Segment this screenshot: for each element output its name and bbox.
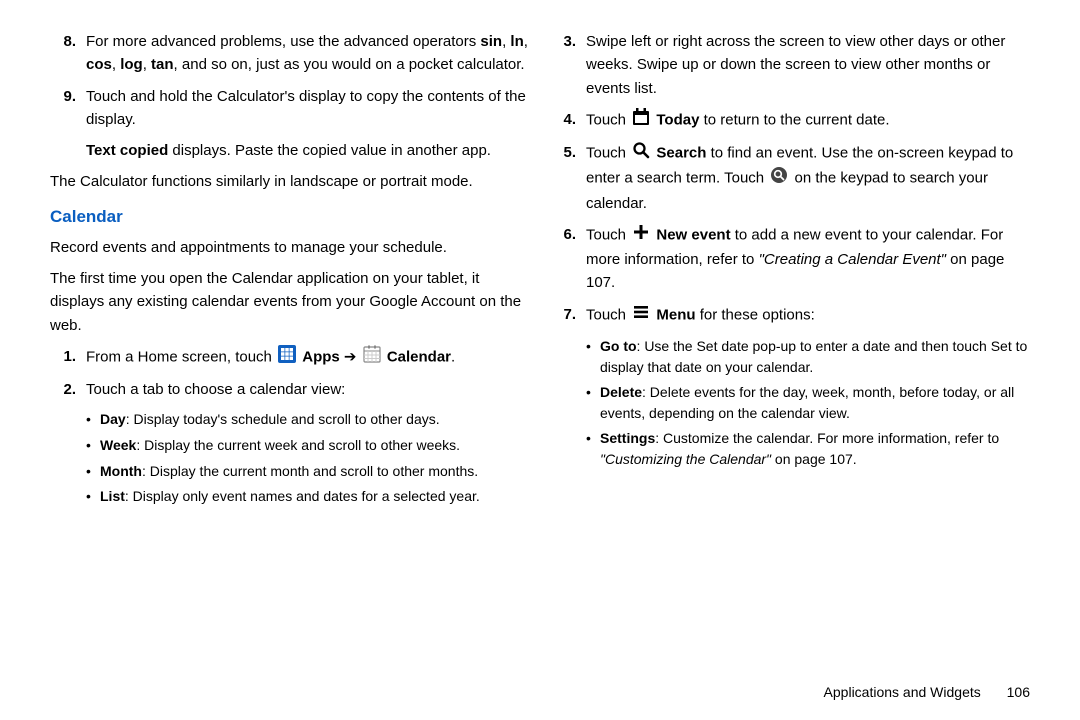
item-body: Touch Today to return to the current dat… (586, 108, 1030, 133)
list-item-9: 9. Touch and hold the Calculator's displ… (50, 85, 530, 132)
item-number: 8. (50, 30, 76, 77)
view-day: Day: Display today's schedule and scroll… (86, 409, 530, 431)
item-number: 3. (550, 30, 576, 100)
item-number: 5. (550, 141, 576, 215)
list-item-7: 7. Touch Menu for these options: (550, 303, 1030, 328)
page-footer: Applications and Widgets 106 (824, 684, 1030, 700)
list-item-8: 8. For more advanced problems, use the a… (50, 30, 530, 77)
item-number: 7. (550, 303, 576, 328)
list-item-2: 2. Touch a tab to choose a calendar view… (50, 378, 530, 401)
item-body: For more advanced problems, use the adva… (86, 30, 530, 77)
today-icon (632, 108, 650, 133)
search-icon (632, 141, 650, 166)
item-body: Touch Search to find an event. Use the o… (586, 141, 1030, 215)
calendar-desc-1: Record events and appointments to manage… (50, 236, 530, 259)
right-column: 3. Swipe left or right across the screen… (540, 30, 1040, 700)
list-item-3: 3. Swipe left or right across the screen… (550, 30, 1030, 100)
left-column: 8. For more advanced problems, use the a… (40, 30, 540, 700)
footer-page-number: 106 (1007, 684, 1030, 700)
item-number: 9. (50, 85, 76, 132)
item-9-subtext: Text copied displays. Paste the copied v… (86, 139, 530, 162)
item-body: Touch a tab to choose a calendar view: (86, 378, 530, 401)
calendar-views-list: Day: Display today's schedule and scroll… (86, 409, 530, 508)
view-list: List: Display only event names and dates… (86, 486, 530, 508)
item-body: Touch Menu for these options: (586, 303, 1030, 328)
landscape-note: The Calculator functions similarly in la… (50, 170, 530, 193)
search-circle-icon (770, 166, 788, 191)
item-body: Touch New event to add a new event to yo… (586, 223, 1030, 295)
menu-icon (632, 303, 650, 328)
item-number: 1. (50, 345, 76, 370)
menu-goto: Go to: Use the Set date pop-up to enter … (586, 336, 1030, 378)
view-month: Month: Display the current month and scr… (86, 461, 530, 483)
menu-delete: Delete: Delete events for the day, week,… (586, 382, 1030, 424)
section-heading-calendar: Calendar (50, 204, 530, 230)
calendar-icon (363, 345, 381, 370)
footer-section: Applications and Widgets (824, 684, 981, 700)
item-number: 2. (50, 378, 76, 401)
list-item-4: 4. Touch Today to return to the current … (550, 108, 1030, 133)
item-number: 4. (550, 108, 576, 133)
item-body: From a Home screen, touch Apps ➔ Calenda… (86, 345, 530, 370)
calendar-desc-2: The first time you open the Calendar app… (50, 267, 530, 337)
list-item-6: 6. Touch New event to add a new event to… (550, 223, 1030, 295)
item-body: Swipe left or right across the screen to… (586, 30, 1030, 100)
menu-options-list: Go to: Use the Set date pop-up to enter … (586, 336, 1030, 470)
menu-settings: Settings: Customize the calendar. For mo… (586, 428, 1030, 470)
view-week: Week: Display the current week and scrol… (86, 435, 530, 457)
list-item-1: 1. From a Home screen, touch Apps ➔ Cale… (50, 345, 530, 370)
apps-icon (278, 345, 296, 370)
item-number: 6. (550, 223, 576, 295)
list-item-5: 5. Touch Search to find an event. Use th… (550, 141, 1030, 215)
plus-icon (632, 223, 650, 248)
item-body: Touch and hold the Calculator's display … (86, 85, 530, 132)
